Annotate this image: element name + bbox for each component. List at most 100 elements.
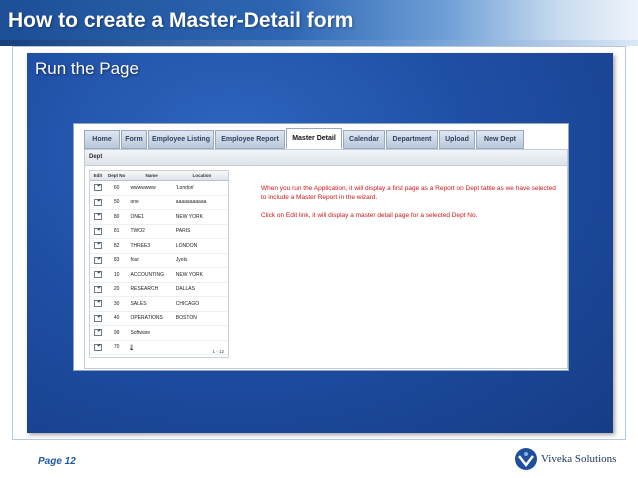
edit-link[interactable] bbox=[90, 343, 106, 351]
edit-link[interactable] bbox=[90, 184, 106, 192]
cell-name: OPERATIONS bbox=[130, 315, 163, 322]
slide-title-bar: How to create a Master-Detail form bbox=[0, 0, 638, 44]
cell-location: CHICAGO bbox=[175, 300, 200, 307]
table-row: 80 ONE1 NEW YORK bbox=[90, 210, 228, 225]
note-paragraph: When you run the Application, it will di… bbox=[261, 185, 556, 201]
cell-location: BOSTON bbox=[175, 315, 197, 322]
col-header-name[interactable]: Name bbox=[127, 171, 172, 180]
col-header-edit[interactable]: Edit bbox=[90, 171, 106, 180]
slide-subtitle: Run the Page bbox=[35, 59, 139, 78]
cell-name: ACCOUNTING bbox=[130, 271, 165, 278]
edit-icon[interactable] bbox=[93, 184, 102, 192]
table-row: 99 Software bbox=[90, 326, 228, 341]
cell-name: ONE1 bbox=[130, 213, 145, 220]
edit-link[interactable] bbox=[90, 329, 106, 337]
cell-name: SALES bbox=[130, 300, 147, 307]
cell-deptno: 50 bbox=[113, 199, 120, 206]
tab-form[interactable]: Form bbox=[121, 130, 147, 149]
instruction-note: When you run the Application, it will di… bbox=[261, 184, 561, 229]
cell-location: Jyots bbox=[175, 257, 188, 264]
edit-link[interactable] bbox=[90, 285, 106, 293]
cell-deptno: 81 bbox=[113, 228, 120, 235]
table-row: 10 ACCOUNTING NEW YORK bbox=[90, 268, 228, 283]
cell-deptno: 60 bbox=[113, 184, 120, 191]
tab-employee-listing[interactable]: Employee Listing bbox=[148, 130, 214, 149]
cell-name: four bbox=[130, 257, 140, 264]
note-paragraph: Click on Edit link, it will display a ma… bbox=[261, 212, 478, 219]
cell-location: NEW YORK bbox=[175, 271, 203, 278]
cell-deptno: 70 bbox=[113, 344, 120, 351]
viveka-logo-icon bbox=[515, 448, 537, 470]
page-number: Page 12 bbox=[38, 456, 76, 467]
app-screenshot: Home Form Employee Listing Employee Report M… bbox=[73, 123, 569, 371]
edit-link[interactable] bbox=[90, 300, 106, 308]
tab-employee-report[interactable]: Employee Report bbox=[215, 130, 285, 149]
report-rows: 60 wwwwwww 'London' 50 one aaaaaaaaaaa 80 ONE1 N… bbox=[90, 181, 228, 355]
tab-bar: Home Form Employee Listing Employee Report M… bbox=[84, 128, 525, 149]
tab-upload[interactable]: Upload bbox=[439, 130, 475, 149]
table-row: 40 OPERATIONS BOSTON bbox=[90, 312, 228, 326]
table-row: 50 one aaaaaaaaaaa bbox=[90, 196, 228, 210]
cell-name: TWO2 bbox=[130, 228, 145, 235]
region-header: Dept bbox=[85, 150, 567, 166]
cell-deptno: 83 bbox=[113, 257, 120, 264]
col-header-deptno[interactable]: Dept No bbox=[106, 171, 128, 180]
slide-title: How to create a Master-Detail form bbox=[8, 9, 354, 32]
edit-icon[interactable] bbox=[93, 227, 102, 235]
cell-name: one bbox=[130, 199, 139, 206]
cell-location: DALLAS bbox=[175, 286, 195, 293]
table-row: 82 THREE3 LONDON bbox=[90, 239, 228, 254]
dept-report: Edit Dept No Name Location 60 wwwwwww 'Lon… bbox=[89, 170, 229, 358]
edit-icon[interactable] bbox=[93, 285, 102, 293]
tab-calendar[interactable]: Calendar bbox=[343, 130, 385, 149]
col-header-location[interactable]: Location bbox=[173, 171, 228, 180]
cell-name: jj bbox=[130, 344, 133, 351]
app-body: Dept Edit Dept No Name Location 60 wwwwww… bbox=[84, 149, 568, 369]
cell-location: NEW YORK bbox=[175, 213, 203, 220]
table-row: 20 RESEARCH DALLAS bbox=[90, 283, 228, 297]
cell-name: THREE3 bbox=[130, 242, 151, 249]
tab-department[interactable]: Department bbox=[386, 130, 438, 149]
edit-icon[interactable] bbox=[93, 198, 102, 206]
edit-link[interactable] bbox=[90, 242, 106, 250]
edit-icon[interactable] bbox=[93, 329, 102, 337]
cell-location: aaaaaaaaaaa bbox=[175, 199, 207, 206]
table-row: 60 wwwwwww 'London' bbox=[90, 181, 228, 196]
edit-link[interactable] bbox=[90, 227, 106, 235]
cell-name: wwwwwww bbox=[130, 184, 156, 191]
edit-link[interactable] bbox=[90, 256, 106, 264]
cell-deptno: 10 bbox=[113, 271, 120, 278]
cell-deptno: 99 bbox=[113, 329, 120, 336]
edit-icon[interactable] bbox=[93, 242, 102, 250]
content-frame: Run the Page Home Form Employee Listing Emp… bbox=[12, 46, 626, 440]
cell-deptno: 20 bbox=[113, 286, 120, 293]
edit-icon[interactable] bbox=[93, 256, 102, 264]
cell-deptno: 80 bbox=[113, 213, 120, 220]
edit-link[interactable] bbox=[90, 198, 106, 206]
cell-deptno: 82 bbox=[113, 242, 120, 249]
report-header: Edit Dept No Name Location bbox=[90, 171, 228, 181]
cell-name: Software bbox=[130, 329, 151, 336]
edit-icon[interactable] bbox=[93, 314, 102, 322]
edit-icon[interactable] bbox=[93, 343, 102, 351]
edit-icon[interactable] bbox=[93, 213, 102, 221]
logo-text: Viveka Solutions bbox=[541, 453, 617, 465]
tab-new-dept[interactable]: New Dept bbox=[476, 130, 524, 149]
tab-master-detail[interactable]: Master Detail bbox=[286, 128, 342, 149]
edit-icon[interactable] bbox=[93, 300, 102, 308]
table-row: 70 jj bbox=[90, 341, 228, 355]
cell-location: LONDON bbox=[175, 242, 198, 249]
table-row: 83 four Jyots bbox=[90, 254, 228, 268]
edit-link[interactable] bbox=[90, 314, 106, 322]
table-row: 81 TWO2 PARIS bbox=[90, 225, 228, 239]
company-logo: Viveka Solutions bbox=[514, 446, 626, 472]
edit-icon[interactable] bbox=[93, 271, 102, 279]
edit-link[interactable] bbox=[90, 271, 106, 279]
pagination: 1 - 12 bbox=[212, 349, 224, 354]
edit-link[interactable] bbox=[90, 213, 106, 221]
table-row: 30 SALES CHICAGO bbox=[90, 297, 228, 312]
content-panel: Run the Page Home Form Employee Listing Emp… bbox=[27, 53, 613, 433]
cell-deptno: 30 bbox=[113, 300, 120, 307]
tab-home[interactable]: Home bbox=[84, 130, 120, 149]
region-title: Dept bbox=[89, 154, 103, 160]
